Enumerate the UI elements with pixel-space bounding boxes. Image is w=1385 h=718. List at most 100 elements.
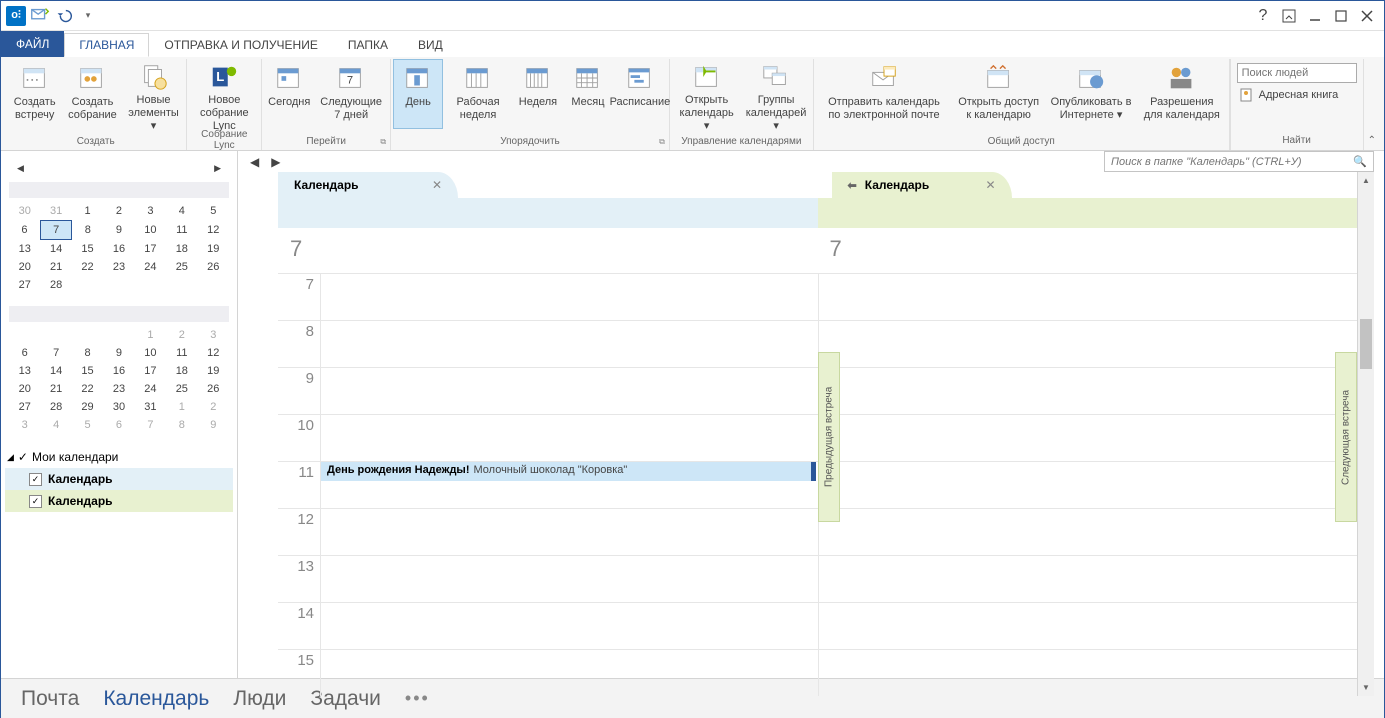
cal-checkbox[interactable]: ✓ [29,495,42,508]
minical-day[interactable]: 31 [135,398,166,416]
time-grid-1[interactable]: 7891011День рождения Надежды!Молочный шо… [278,273,818,696]
qat-customize-icon[interactable]: ▾ [77,5,99,27]
next-7-days-button[interactable]: 7 Следующие 7 дней [314,59,388,129]
minical-day[interactable]: 23 [103,380,134,398]
minical-day[interactable]: 1 [166,398,197,416]
minical-day[interactable] [103,276,134,294]
minical-day[interactable]: 26 [198,380,229,398]
workweek-view-button[interactable]: Рабочая неделя [443,59,513,129]
time-row[interactable]: 15 [278,649,818,696]
minical-day[interactable]: 26 [198,258,229,276]
minical-day[interactable]: 6 [103,416,134,434]
minical-day[interactable] [103,326,134,344]
tab-send-receive[interactable]: ОТПРАВКА И ПОЛУЧЕНИЕ [149,33,332,57]
publish-online-button[interactable]: Опубликовать в Интернете ▾ [1045,59,1137,129]
calendar-tab-2[interactable]: ⬅ Календарь ✕ [832,172,1012,198]
minical-day[interactable]: 22 [72,380,103,398]
calendar-groups-button[interactable]: Группы календарей ▾ [741,59,810,129]
new-lync-meeting-button[interactable]: L Новое собрание Lync [189,59,259,129]
time-row[interactable]: 14 [278,602,818,649]
minical-day[interactable]: 22 [72,258,103,276]
schedule-view-button[interactable]: Расписание [613,59,667,129]
tab-home[interactable]: ГЛАВНАЯ [64,33,149,57]
nav-next-icon[interactable]: ▶ [269,153,282,171]
minical-day[interactable]: 5 [72,416,103,434]
minical-day[interactable]: 3 [9,416,40,434]
time-slot[interactable] [818,509,1358,555]
minical-day[interactable]: 8 [72,344,103,362]
minical-day[interactable]: 25 [166,380,197,398]
close-button[interactable] [1354,4,1380,28]
goto-dialog-icon[interactable]: ⧉ [380,137,386,147]
minical-day[interactable]: 20 [9,258,40,276]
minical-day[interactable]: 11 [166,344,197,362]
group-checkbox[interactable]: ✓ [18,450,28,464]
minical-day[interactable]: 3 [198,326,229,344]
time-slot[interactable] [818,415,1358,461]
time-slot[interactable] [818,556,1358,602]
calendar-search-input[interactable] [1111,156,1353,168]
minical-day[interactable]: 7 [40,221,71,240]
minical-day[interactable]: 10 [135,221,166,240]
time-row[interactable]: 8 [278,320,818,367]
time-slot[interactable] [320,603,818,649]
minical-day[interactable]: 7 [135,416,166,434]
scroll-down-icon[interactable]: ▼ [1358,679,1374,696]
minical-prev-icon[interactable]: ◀ [13,161,28,176]
nav-prev-icon[interactable]: ◀ [248,153,261,171]
calendar-list-item[interactable]: ✓Календарь [5,490,233,512]
minical-day[interactable]: 30 [103,398,134,416]
minical-day[interactable]: 18 [166,240,197,259]
help-button[interactable]: ? [1250,4,1276,28]
time-slot[interactable] [320,556,818,602]
time-slot[interactable] [320,509,818,555]
undo-icon[interactable] [53,5,75,27]
minical-day[interactable]: 6 [9,221,40,240]
minical-day[interactable]: 17 [135,240,166,259]
minical-day[interactable]: 17 [135,362,166,380]
send-all-icon[interactable] [29,5,51,27]
new-meeting-button[interactable]: Создать собрание [62,59,122,129]
minical-day[interactable]: 5 [198,202,229,221]
time-slot[interactable] [818,368,1358,414]
tab-folder[interactable]: ПАПКА [333,33,403,57]
maximize-button[interactable] [1328,4,1354,28]
time-row[interactable]: 13 [278,555,818,602]
minical-day[interactable]: 1 [72,202,103,221]
minical-day[interactable] [72,276,103,294]
time-slot[interactable] [320,274,818,320]
time-row[interactable] [818,367,1358,414]
calendar-tab-1[interactable]: Календарь ✕ [278,172,458,198]
time-slot[interactable] [818,650,1358,696]
minical-day[interactable] [72,326,103,344]
time-row[interactable]: 12 [278,508,818,555]
minical-day[interactable]: 18 [166,362,197,380]
close-tab-icon[interactable]: ✕ [432,178,442,192]
open-calendar-button[interactable]: Открыть календарь ▾ [672,59,741,129]
minical-day[interactable]: 13 [9,240,40,259]
minical-day[interactable]: 27 [9,276,40,294]
calendar-group-header[interactable]: ◢ ✓ Мои календари [5,446,233,468]
nav-mail[interactable]: Почта [21,687,79,711]
minical-day[interactable]: 12 [198,344,229,362]
minical-day[interactable]: 4 [166,202,197,221]
minical-day[interactable] [40,326,71,344]
minical-day[interactable]: 31 [40,202,71,221]
minical-day[interactable]: 1 [135,326,166,344]
calendar-permissions-button[interactable]: Разрешения для календаря [1137,59,1227,129]
minical-day[interactable]: 30 [9,202,40,221]
time-row[interactable]: 11День рождения Надежды!Молочный шоколад… [278,461,818,508]
time-slot[interactable] [320,650,818,696]
collapse-ribbon-icon[interactable]: ⌃ [1364,131,1380,150]
minimize-button[interactable] [1302,4,1328,28]
minical-day[interactable]: 3 [135,202,166,221]
time-slot[interactable] [320,415,818,461]
calendar-list-item[interactable]: ✓Календарь [5,468,233,490]
minical-day[interactable]: 13 [9,362,40,380]
minical-day[interactable]: 28 [40,276,71,294]
minical-day[interactable]: 11 [166,221,197,240]
minical-next-icon[interactable]: ▶ [210,161,225,176]
minical-day[interactable]: 10 [135,344,166,362]
day-view-button[interactable]: День [393,59,443,129]
arrange-dialog-icon[interactable]: ⧉ [659,137,665,147]
